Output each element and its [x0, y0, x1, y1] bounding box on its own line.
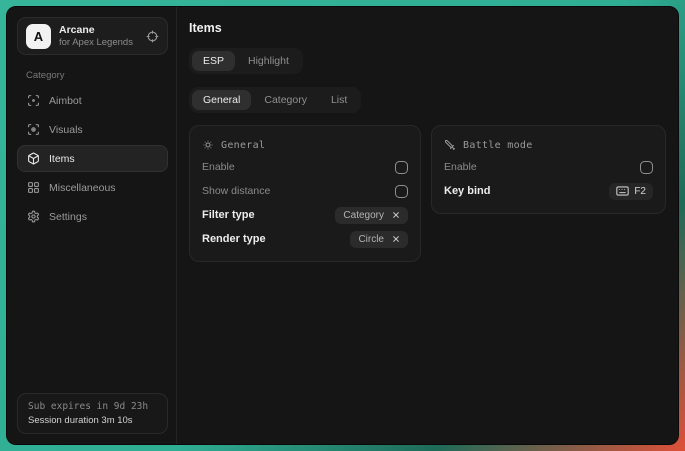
- setting-label: Enable: [202, 161, 235, 173]
- scan-crosshair-icon: [27, 94, 40, 107]
- card-title-text: Battle mode: [463, 140, 533, 151]
- setting-row-battle-enable: Enable: [444, 155, 653, 179]
- sidebar-spacer: [17, 230, 168, 393]
- render-type-value: Circle: [358, 234, 384, 245]
- main-content: Items ESP Highlight General Category Lis…: [177, 7, 678, 444]
- sun-dim-icon: [202, 139, 214, 151]
- key-bind-value: F2: [634, 186, 646, 197]
- sidebar-item-label: Miscellaneous: [49, 182, 116, 194]
- sidebar-section-label: Category: [26, 70, 168, 81]
- close-icon[interactable]: [392, 235, 400, 243]
- setting-label: Key bind: [444, 185, 490, 197]
- desktop-background: A Arcane for Apex Legends Category: [0, 0, 685, 451]
- key-bind-button[interactable]: F2: [609, 183, 653, 200]
- filter-type-select[interactable]: Category: [335, 207, 408, 224]
- layout-grid-icon: [27, 181, 40, 194]
- mode-tab-group: ESP Highlight: [189, 48, 303, 74]
- brand-text: Arcane for Apex Legends: [59, 24, 133, 49]
- setting-row-render-type: Render type Circle: [202, 227, 408, 251]
- close-icon[interactable]: [392, 211, 400, 219]
- page-title: Items: [189, 21, 666, 35]
- setting-row-enable: Enable: [202, 155, 408, 179]
- sidebar-item-settings[interactable]: Settings: [17, 203, 168, 230]
- app-window: A Arcane for Apex Legends Category: [6, 6, 679, 445]
- setting-label: Enable: [444, 161, 477, 173]
- show-distance-checkbox[interactable]: [395, 185, 408, 198]
- sword-icon: [444, 139, 456, 151]
- battle-mode-card-title: Battle mode: [444, 135, 653, 155]
- general-card-title: General: [202, 135, 408, 155]
- settings-cards: General Enable Show distance Filter type…: [189, 125, 666, 262]
- sidebar-item-label: Visuals: [49, 124, 83, 136]
- general-card: General Enable Show distance Filter type…: [189, 125, 421, 262]
- tab-highlight[interactable]: Highlight: [237, 51, 300, 71]
- gear-icon: [27, 210, 40, 223]
- tab-esp[interactable]: ESP: [192, 51, 235, 71]
- crosshair-target-icon[interactable]: [146, 30, 159, 43]
- sidebar-item-label: Items: [49, 153, 75, 165]
- battle-mode-card: Battle mode Enable Key bind: [431, 125, 666, 214]
- tab-general[interactable]: General: [192, 90, 251, 110]
- setting-label: Render type: [202, 233, 266, 245]
- setting-row-key-bind: Key bind F2: [444, 179, 653, 203]
- setting-label: Show distance: [202, 185, 270, 197]
- setting-label: Filter type: [202, 209, 255, 221]
- view-tab-group: General Category List: [189, 87, 361, 113]
- sidebar-item-label: Aimbot: [49, 95, 82, 107]
- tab-category[interactable]: Category: [253, 90, 318, 110]
- setting-row-show-distance: Show distance: [202, 179, 408, 203]
- render-type-select[interactable]: Circle: [350, 231, 408, 248]
- sidebar: A Arcane for Apex Legends Category: [7, 7, 177, 444]
- battle-enable-checkbox[interactable]: [640, 161, 653, 174]
- sidebar-item-items[interactable]: Items: [17, 145, 168, 172]
- tab-list[interactable]: List: [320, 90, 358, 110]
- app-name: Arcane: [59, 24, 133, 37]
- enable-checkbox[interactable]: [395, 161, 408, 174]
- card-title-text: General: [221, 140, 265, 151]
- filter-type-value: Category: [343, 210, 384, 221]
- app-logo: A: [26, 24, 51, 49]
- package-icon: [27, 152, 40, 165]
- sidebar-item-aimbot[interactable]: Aimbot: [17, 87, 168, 114]
- subscription-info-card: Sub expires in 9d 23h Session duration 3…: [17, 393, 168, 434]
- app-subtitle: for Apex Legends: [59, 37, 133, 49]
- sub-expiry-text: Sub expires in 9d 23h: [28, 401, 157, 412]
- sidebar-item-label: Settings: [49, 211, 87, 223]
- setting-row-filter-type: Filter type Category: [202, 203, 408, 227]
- sidebar-item-miscellaneous[interactable]: Miscellaneous: [17, 174, 168, 201]
- scan-eye-icon: [27, 123, 40, 136]
- sidebar-nav: Aimbot Visuals I: [17, 87, 168, 230]
- keyboard-icon: [616, 186, 629, 196]
- sidebar-item-visuals[interactable]: Visuals: [17, 116, 168, 143]
- brand-card: A Arcane for Apex Legends: [17, 17, 168, 55]
- session-duration-text: Session duration 3m 10s: [28, 415, 157, 426]
